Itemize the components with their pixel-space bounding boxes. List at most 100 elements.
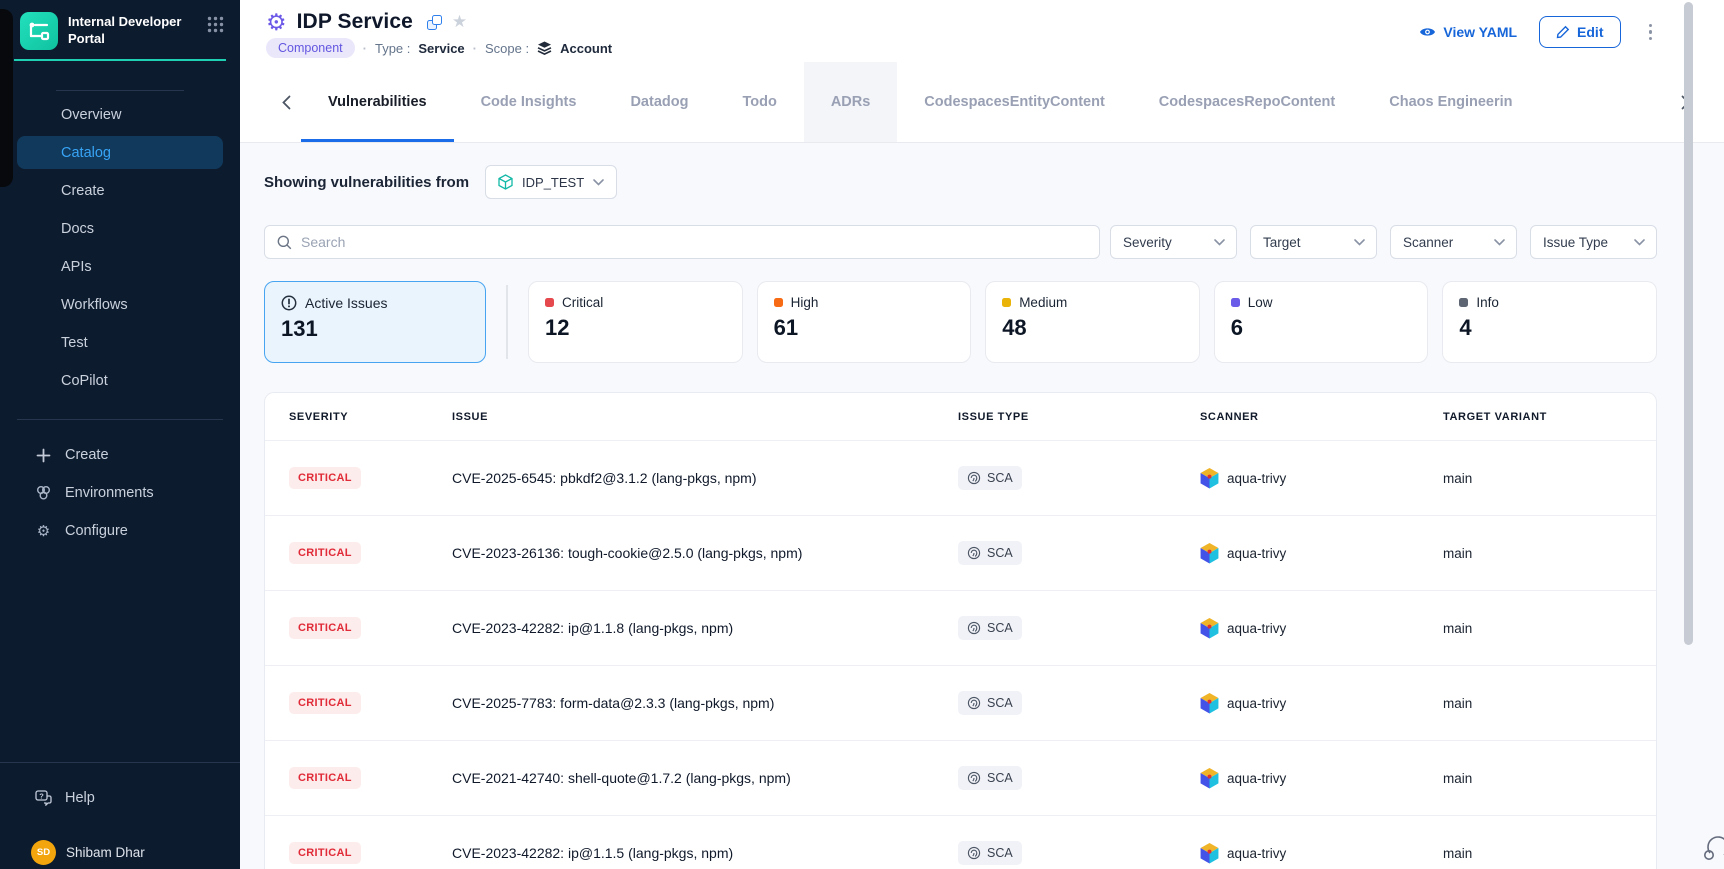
sidebar-action-configure[interactable]: ⚙ Configure xyxy=(0,512,240,550)
scanner-name: aqua-trivy xyxy=(1227,621,1286,636)
tab-codespacesentitycontent[interactable]: CodespacesEntityContent xyxy=(897,62,1131,142)
help-button[interactable]: ? Help xyxy=(0,784,240,812)
tabs-scroll-left-icon[interactable] xyxy=(272,62,301,142)
table-row[interactable]: CRITICAL CVE-2025-6545: pbkdf2@3.1.2 (la… xyxy=(265,440,1656,515)
scanner-cell: aqua-trivy xyxy=(1200,768,1443,789)
tab-chaos-engineerin[interactable]: Chaos Engineerin xyxy=(1362,62,1539,142)
severity-card-value: 4 xyxy=(1459,315,1640,341)
view-yaml-button[interactable]: View YAML xyxy=(1419,24,1517,40)
trivy-logo-icon xyxy=(1200,843,1219,864)
tab-adrs[interactable]: ADRs xyxy=(804,62,897,142)
filter-dropdown-target[interactable]: Target xyxy=(1250,225,1377,259)
sidebar-nav-label: Test xyxy=(61,335,88,351)
severity-dot-icon xyxy=(1459,298,1468,307)
support-widget-icon[interactable] xyxy=(1702,831,1724,868)
issue-type-chip: SCA xyxy=(958,841,1022,865)
sidebar-item-overview[interactable]: Overview xyxy=(17,98,223,131)
filter-dropdown-severity[interactable]: Severity xyxy=(1110,225,1237,259)
cube-icon xyxy=(498,174,513,190)
active-issues-card[interactable]: Active Issues 131 xyxy=(264,281,486,363)
summary-card-critical[interactable]: Critical 12 xyxy=(528,281,743,363)
edit-button[interactable]: Edit xyxy=(1539,16,1620,48)
sidebar-item-test[interactable]: Test xyxy=(17,326,223,359)
sidebar-item-create[interactable]: Create xyxy=(17,174,223,207)
target-variant: main xyxy=(1443,846,1656,861)
sidebar-footer: ? Help SD Shibam Dhar xyxy=(0,762,240,869)
sidebar-nav-label: Docs xyxy=(61,221,94,237)
severity-card-label: Low xyxy=(1248,295,1273,310)
type-label: Type : xyxy=(375,41,410,56)
user-name: Shibam Dhar xyxy=(66,845,145,860)
issue-type-label: SCA xyxy=(987,546,1013,560)
scope-label: Scope : xyxy=(485,41,529,56)
sca-fingerprint-icon xyxy=(967,846,981,860)
issue-title: CVE-2023-42282: ip@1.1.5 (lang-pkgs, npm… xyxy=(452,845,958,861)
column-header-target-variant: TARGET VARIANT xyxy=(1443,411,1656,423)
table-row[interactable]: CRITICAL CVE-2021-42740: shell-quote@1.7… xyxy=(265,740,1656,815)
apps-grid-icon[interactable] xyxy=(207,16,224,38)
scanner-cell: aqua-trivy xyxy=(1200,618,1443,639)
sidebar-item-copilot[interactable]: CoPilot xyxy=(17,364,223,397)
sidebar-action-create[interactable]: Create xyxy=(0,436,240,474)
project-selector-value: IDP_TEST xyxy=(522,175,584,190)
issue-title: CVE-2025-7783: form-data@2.3.3 (lang-pkg… xyxy=(452,695,958,711)
column-header-severity: SEVERITY xyxy=(289,411,452,423)
component-gear-icon: ⚙ xyxy=(266,11,287,34)
issue-title: CVE-2023-42282: ip@1.1.8 (lang-pkgs, npm… xyxy=(452,620,958,636)
sca-fingerprint-icon xyxy=(967,546,981,560)
scrollbar-thumb[interactable] xyxy=(1684,2,1693,645)
filter-label: Target xyxy=(1263,235,1301,250)
scanner-name: aqua-trivy xyxy=(1227,546,1286,561)
summary-card-medium[interactable]: Medium 48 xyxy=(985,281,1200,363)
trivy-logo-icon xyxy=(1200,468,1219,489)
page-title: IDP Service xyxy=(297,10,413,34)
chevron-down-icon xyxy=(593,179,604,186)
sidebar-nav-label: Workflows xyxy=(61,297,128,313)
sidebar-item-docs[interactable]: Docs xyxy=(17,212,223,245)
tab-vulnerabilities[interactable]: Vulnerabilities xyxy=(301,62,454,142)
tab-label: ADRs xyxy=(831,94,870,110)
tab-codespacesrepocontent[interactable]: CodespacesRepoContent xyxy=(1132,62,1362,142)
tab-label: Todo xyxy=(742,94,776,110)
chevron-down-icon xyxy=(1214,239,1225,246)
tab-datadog[interactable]: Datadog xyxy=(603,62,715,142)
copy-icon[interactable] xyxy=(427,15,442,30)
sidebar-nav-label: APIs xyxy=(61,259,92,275)
environments-icon xyxy=(35,485,52,502)
tab-code-insights[interactable]: Code Insights xyxy=(454,62,604,142)
favorite-star-icon[interactable]: ★ xyxy=(452,12,467,32)
divider xyxy=(17,419,223,420)
severity-badge: CRITICAL xyxy=(289,617,361,639)
dot-separator: · xyxy=(363,41,367,56)
severity-dot-icon xyxy=(1231,298,1240,307)
summary-card-low[interactable]: Low 6 xyxy=(1214,281,1429,363)
severity-card-label: High xyxy=(791,295,819,310)
table-row[interactable]: CRITICAL CVE-2023-26136: tough-cookie@2.… xyxy=(265,515,1656,590)
table-row[interactable]: CRITICAL CVE-2025-7783: form-data@2.3.3 … xyxy=(265,665,1656,740)
filter-dropdown-scanner[interactable]: Scanner xyxy=(1390,225,1517,259)
scanner-name: aqua-trivy xyxy=(1227,471,1286,486)
filter-dropdown-issue-type[interactable]: Issue Type xyxy=(1530,225,1657,259)
table-row[interactable]: CRITICAL CVE-2023-42282: ip@1.1.8 (lang-… xyxy=(265,590,1656,665)
project-selector[interactable]: IDP_TEST xyxy=(485,165,617,199)
severity-card-value: 6 xyxy=(1231,315,1412,341)
target-variant: main xyxy=(1443,546,1656,561)
summary-card-high[interactable]: High 61 xyxy=(757,281,972,363)
more-menu-button[interactable] xyxy=(1643,20,1659,45)
scanner-cell: aqua-trivy xyxy=(1200,468,1443,489)
sidebar-action-environments[interactable]: Environments xyxy=(0,474,240,512)
filter-label: Issue Type xyxy=(1543,235,1608,250)
sidebar-item-apis[interactable]: APIs xyxy=(17,250,223,283)
sidebar-item-workflows[interactable]: Workflows xyxy=(17,288,223,321)
sidebar-item-catalog[interactable]: Catalog xyxy=(17,136,223,169)
chevron-down-icon xyxy=(1634,239,1645,246)
tab-todo[interactable]: Todo xyxy=(715,62,803,142)
user-menu[interactable]: SD Shibam Dhar xyxy=(0,838,240,866)
table-row[interactable]: CRITICAL CVE-2023-42282: ip@1.1.5 (lang-… xyxy=(265,815,1656,869)
active-issues-label: Active Issues xyxy=(305,295,387,311)
severity-dot-icon xyxy=(1002,298,1011,307)
search-input[interactable] xyxy=(301,234,1087,250)
summary-card-info[interactable]: Info 4 xyxy=(1442,281,1657,363)
scanner-cell: aqua-trivy xyxy=(1200,543,1443,564)
issue-type-chip: SCA xyxy=(958,766,1022,790)
